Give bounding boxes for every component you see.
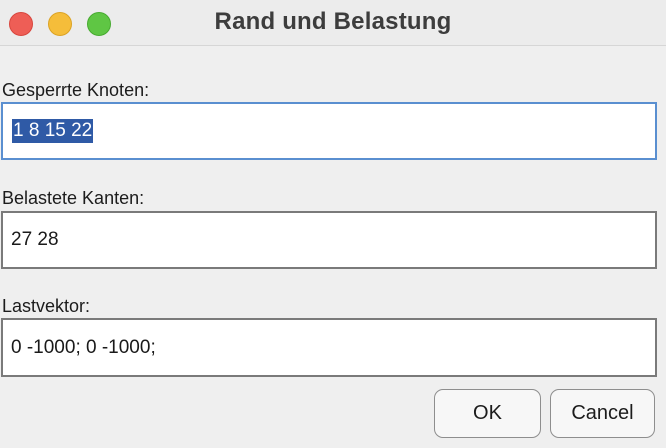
dialog-window: Rand und Belastung Gesperrte Knoten: 1 8… [0,0,666,448]
loaded-edges-label: Belastete Kanten: [2,188,145,208]
ok-button[interactable]: OK [434,389,541,438]
loaded-edges-input[interactable]: 27 28 [1,211,657,269]
load-vector-input[interactable]: 0 -1000; 0 -1000; [1,318,657,377]
load-vector-value: 0 -1000; 0 -1000; [11,336,156,358]
title-bar[interactable]: Rand und Belastung [0,0,666,46]
window-title: Rand und Belastung [214,8,452,35]
loaded-edges-value: 27 28 [11,229,59,250]
locked-nodes-label: Gesperrte Knoten: [2,80,150,100]
cancel-button[interactable]: Cancel [550,389,655,438]
load-vector-label: Lastvektor: [2,296,91,316]
locked-nodes-value: 1 8 15 22 [12,119,94,143]
locked-nodes-input[interactable]: 1 8 15 22 [1,102,657,160]
